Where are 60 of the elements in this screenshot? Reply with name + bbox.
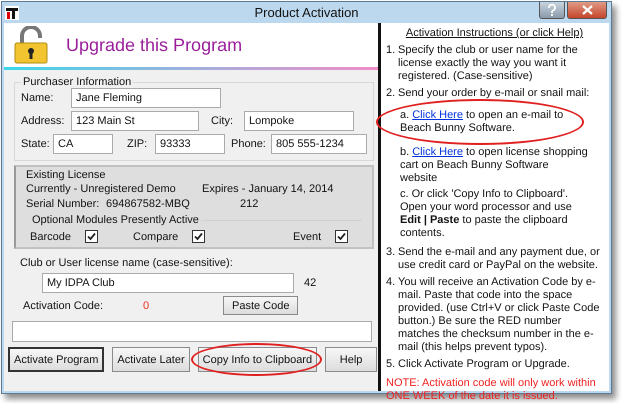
padlock-icon <box>14 26 48 64</box>
text-field[interactable]: Jane Fleming <box>71 88 221 108</box>
field-label: Name: <box>21 92 54 104</box>
dialog-button[interactable]: Activate Later <box>112 347 190 372</box>
header-title: Upgrade this Program <box>66 34 242 56</box>
question-mark-icon <box>547 4 557 16</box>
module-label: Compare <box>133 230 178 242</box>
help-button[interactable] <box>539 2 565 19</box>
dialog-button[interactable]: Copy Info to Clipboard <box>198 347 318 372</box>
group-legend: Purchaser Information <box>21 76 134 88</box>
step-number: 3. <box>386 246 396 260</box>
serial-code: 212 <box>240 198 258 212</box>
app-icon[interactable] <box>5 6 19 20</box>
step-number: 1. <box>386 44 396 58</box>
module-label: Barcode <box>30 230 71 242</box>
text-field[interactable]: 93333 <box>155 134 225 154</box>
instructions-title: Activation Instructions (or click Help) <box>404 27 584 40</box>
step-text: Specify the club or user name for the license exactly the way you want it registered. (Case-sensitive) <box>397 44 579 83</box>
close-icon <box>582 5 592 15</box>
step-text: c. Or click 'Copy Info to Clipboard'. Open your word processor and use Edit | Paste to paste the clipboard contents. <box>399 188 573 240</box>
text-field[interactable]: CA <box>53 134 113 154</box>
field-label: State: <box>21 138 51 150</box>
checkbox[interactable] <box>335 230 348 243</box>
step-text: a. Click Here to open an e-mail to Beach Bunny Software. <box>399 109 564 135</box>
field-label: City: <box>211 115 234 127</box>
checkbox[interactable] <box>192 230 206 243</box>
window-title: Product Activation <box>253 5 360 20</box>
close-button[interactable] <box>567 2 607 19</box>
dialog-button[interactable]: Help <box>325 347 378 372</box>
expiry-date: Expires - January 14, 2014 <box>202 183 334 197</box>
step-text: Send the e-mail and any payment due, or use credit card or PayPal on the website. <box>397 246 601 272</box>
field-label: Address: <box>21 115 66 127</box>
activation-code-field[interactable] <box>12 321 372 342</box>
text-field[interactable]: Lompoke <box>244 111 354 131</box>
text-field[interactable]: 805 555-1234 <box>271 134 367 154</box>
text-field[interactable]: 123 Main St <box>71 111 199 131</box>
serial-label: Serial Number: <box>26 198 100 212</box>
step-number: 4. <box>386 276 396 290</box>
license-status: Currently - Unregistered Demo <box>26 183 177 197</box>
field-label: Club or User license name (case-sensitive): <box>20 257 234 269</box>
step-number: 5. <box>386 358 396 371</box>
step-number: 2. <box>386 87 396 100</box>
field-label: ZIP: <box>127 138 148 150</box>
group-legend: Optional Modules Presently Active <box>30 214 201 226</box>
character-count: 42 <box>304 277 316 289</box>
step-text: You will receive an Activation Code by e-mail. Paste that code into the space provided. (use Ctrl+V or click Paste Code button.) Be sure the RED number matches the checksum number in the e-mail (this helps prevent typos). <box>397 276 600 354</box>
field-label: Phone: <box>231 138 267 150</box>
link[interactable]: Click Here <box>412 109 463 121</box>
field-label: Activation Code: <box>23 300 104 312</box>
checkbox[interactable] <box>84 230 98 243</box>
step-text: Send your order by e-mail or snail mail: <box>397 87 590 100</box>
link[interactable]: Click Here <box>412 146 463 158</box>
paste-code-button[interactable]: Paste Code <box>223 296 298 315</box>
checksum-number: 0 <box>143 300 150 312</box>
license-name-field[interactable]: My IDPA Club <box>42 273 294 293</box>
module-label: Event <box>293 230 322 242</box>
panel-heading: Existing License <box>26 169 106 181</box>
step-text: Click Activate Program or Upgrade. <box>397 358 570 371</box>
serial-number: 694867582-MBQ <box>106 198 191 212</box>
dialog-button[interactable]: Activate Program <box>8 347 104 372</box>
